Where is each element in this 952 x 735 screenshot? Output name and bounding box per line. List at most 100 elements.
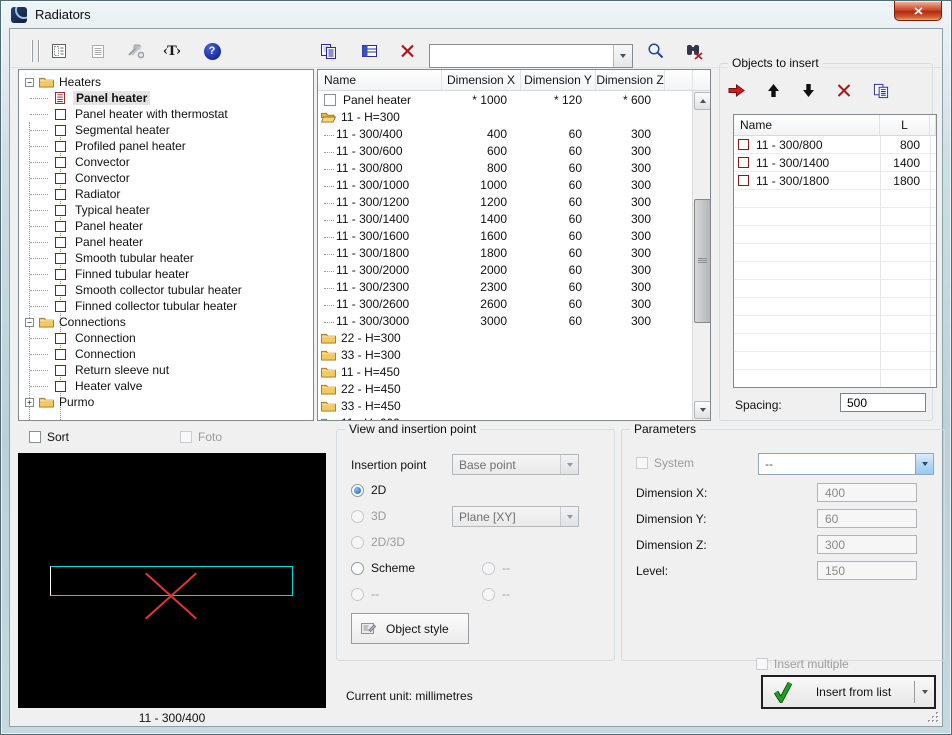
table-row[interactable]: 11 - 300/2000200060300	[318, 261, 693, 278]
text-tool-button[interactable]: ‹T›	[159, 39, 185, 63]
table-row[interactable]: 11 - 300/80080060300	[318, 159, 693, 176]
help-button[interactable]: ?	[199, 39, 225, 63]
table-row[interactable]: 11 - 300/1600160060300	[318, 227, 693, 244]
table-row[interactable]: Panel heater* 1000* 120* 600	[318, 91, 693, 108]
table-row[interactable]: 11 - 300/1400140060300	[318, 210, 693, 227]
find-button[interactable]	[643, 39, 669, 63]
table-row[interactable]: 11 - 300/3000300060300	[318, 312, 693, 329]
delete-button[interactable]	[394, 39, 420, 63]
tree-item[interactable]: Smooth collector tubular heater	[19, 282, 313, 298]
row-dim-x: 400	[442, 127, 521, 141]
copy-button[interactable]	[315, 39, 341, 63]
scroll-thumb[interactable]	[694, 199, 711, 323]
list-view-button[interactable]	[85, 39, 111, 63]
copy-list-button[interactable]	[873, 83, 889, 102]
table-row[interactable]: 11 - 300/1800180060300	[318, 244, 693, 261]
table-row[interactable]: 11 - 300/60060060300	[318, 142, 693, 159]
insert-from-list-label: Insert from list	[793, 685, 914, 699]
search-dropdown-button[interactable]	[613, 45, 632, 67]
collapse-icon[interactable]: −	[25, 78, 34, 87]
table-view-button[interactable]	[356, 39, 382, 63]
move-up-button[interactable]	[767, 83, 780, 101]
scroll-up-button[interactable]	[694, 92, 711, 110]
tree-item[interactable]: −Heaters	[19, 74, 313, 90]
tree-item[interactable]: Convector	[19, 154, 313, 170]
resize-grip[interactable]	[927, 711, 940, 724]
tree-item[interactable]: Smooth tubular heater	[19, 250, 313, 266]
tree-item[interactable]: Panel heater	[19, 90, 313, 106]
tree-item[interactable]: Panel heater	[19, 234, 313, 250]
table-row[interactable]: 11 - 300/1200120060300	[318, 193, 693, 210]
scroll-down-button[interactable]	[694, 401, 711, 419]
insert-options-dropdown[interactable]	[915, 690, 934, 694]
row-checkbox[interactable]	[738, 175, 749, 186]
categories-dialog-button[interactable]	[46, 39, 72, 63]
objects-list-row[interactable]: 11 - 300/14001400	[734, 154, 936, 172]
table-row[interactable]: 33 - H=300	[318, 346, 693, 363]
column-header-name[interactable]: Name	[318, 70, 442, 90]
dropdown-button[interactable]	[915, 454, 933, 474]
expand-icon[interactable]: +	[25, 398, 34, 407]
add-to-list-button[interactable]	[728, 83, 745, 101]
remove-from-list-button[interactable]	[837, 84, 851, 100]
toolbar-gripper[interactable]	[32, 40, 39, 62]
row-checkbox[interactable]	[738, 139, 749, 150]
objects-list-empty-row	[734, 370, 936, 388]
tree-item[interactable]: Finned collector tubular heater	[19, 298, 313, 314]
search-input[interactable]	[430, 45, 613, 67]
table-row[interactable]: 11 - 300/1000100060300	[318, 176, 693, 193]
radio-2d[interactable]: 2D	[351, 483, 386, 497]
column-header-l[interactable]: L	[880, 115, 930, 135]
tree-item[interactable]: Return sleeve nut	[19, 362, 313, 378]
tree-item[interactable]: Connection	[19, 346, 313, 362]
column-header-dimx[interactable]: Dimension X	[442, 70, 521, 90]
folder-icon	[321, 400, 336, 412]
row-checkbox[interactable]	[738, 157, 749, 168]
table-row[interactable]: 11 - 300/2300230060300	[318, 278, 693, 295]
table-row[interactable]: 11 - 300/40040060300	[318, 125, 693, 142]
row-checkbox[interactable]	[324, 94, 336, 106]
tree-item[interactable]: Panel heater with thermostat	[19, 106, 313, 122]
table-row[interactable]: 11 - 300/2600260060300	[318, 295, 693, 312]
tree-item[interactable]: Radiator	[19, 186, 313, 202]
table-row[interactable]: 33 - H=450	[318, 397, 693, 414]
tree-item[interactable]: −Connections	[19, 314, 313, 330]
spacing-input[interactable]	[840, 393, 926, 412]
row-name-label: 11 - 300/1200	[336, 195, 409, 209]
objects-list-row[interactable]: 11 - 300/800800	[734, 136, 936, 154]
move-down-button[interactable]	[802, 83, 815, 101]
table-row[interactable]: 22 - H=450	[318, 380, 693, 397]
tree-item[interactable]: Connection	[19, 330, 313, 346]
tree-item[interactable]: Profiled panel heater	[19, 138, 313, 154]
tree-item[interactable]: +Purmo	[19, 394, 313, 410]
system-combo[interactable]: --	[758, 453, 934, 475]
objects-to-insert-group: Objects to insert Name L 11 - 300/800800…	[719, 63, 933, 421]
sort-checkbox[interactable]: Sort	[29, 430, 69, 444]
table-row[interactable]: 11 - H=300	[318, 108, 693, 125]
insert-from-list-button[interactable]: Insert from list	[761, 675, 936, 709]
objects-list-empty-row	[734, 262, 936, 280]
table-row[interactable]: 11 - H=450	[318, 363, 693, 380]
column-header-dimz[interactable]: Dimension Z	[596, 70, 665, 90]
tree-item[interactable]: Convector	[19, 170, 313, 186]
object-preview[interactable]	[18, 453, 326, 708]
find-next-button[interactable]	[681, 39, 707, 63]
tree-item[interactable]: Heater valve	[19, 378, 313, 394]
tools-button[interactable]	[122, 39, 148, 63]
row-name-cell: 11 - H=600	[318, 416, 442, 421]
column-header-name[interactable]: Name	[734, 115, 880, 135]
tree-item[interactable]: Typical heater	[19, 202, 313, 218]
column-header-dimy[interactable]: Dimension Y	[521, 70, 596, 90]
tree-item[interactable]: Segmental heater	[19, 122, 313, 138]
radio-scheme[interactable]: Scheme	[351, 561, 415, 575]
row-length-cell: 800	[880, 138, 930, 152]
tree-item[interactable]: Panel heater	[19, 218, 313, 234]
close-button[interactable]	[894, 1, 942, 21]
table-row[interactable]: 11 - H=600	[318, 414, 693, 420]
object-style-button[interactable]: Object style	[351, 613, 469, 644]
objects-list-row[interactable]: 11 - 300/18001800	[734, 172, 936, 190]
tree-item[interactable]: Finned tubular heater	[19, 266, 313, 282]
table-row[interactable]: 22 - H=300	[318, 329, 693, 346]
catalog-scrollbar[interactable]	[692, 91, 710, 420]
collapse-icon[interactable]: −	[25, 318, 34, 327]
